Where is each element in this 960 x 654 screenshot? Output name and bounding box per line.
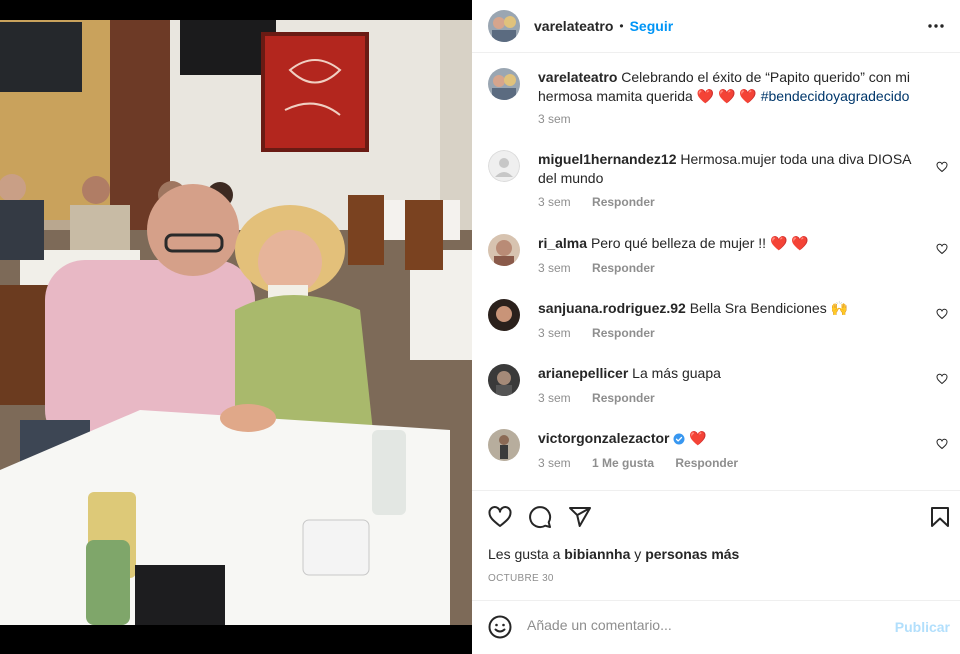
more-horizontal-icon[interactable]	[926, 16, 946, 36]
caption-hashtag[interactable]: #bendecidoyagradecido	[761, 88, 910, 104]
author-avatar[interactable]	[488, 68, 520, 100]
comment-text-block: miguel1hernandez12 Hermosa.mujer toda un…	[538, 150, 928, 188]
comment-username[interactable]: sanjuana.rodriguez.92	[538, 300, 686, 316]
caption-meta: 3 sem	[538, 112, 589, 126]
commenter-avatar[interactable]	[488, 299, 520, 331]
comment-time[interactable]: 3 sem	[538, 326, 571, 340]
post-header: varelateatro • Seguir	[472, 0, 960, 53]
caption-username[interactable]: varelateatro	[538, 69, 617, 85]
comment-time[interactable]: 3 sem	[538, 456, 571, 470]
comment-text-block: victorgonzalezactor ❤️	[538, 429, 928, 450]
likes-joiner: y	[634, 546, 642, 562]
comment-username[interactable]: victorgonzalezactor	[538, 430, 669, 446]
comment-time[interactable]: 3 sem	[538, 195, 571, 209]
share-icon[interactable]	[568, 505, 592, 529]
commenter-avatar[interactable]	[488, 429, 520, 461]
verified-badge-icon	[673, 431, 685, 450]
comment-likes-count[interactable]: 1 Me gusta	[592, 456, 654, 470]
comment-username[interactable]: ri_alma	[538, 235, 587, 251]
comment-text: La más guapa	[632, 365, 721, 381]
likes-prefix: Les gusta a	[488, 546, 561, 562]
follow-button[interactable]: Seguir	[630, 18, 674, 34]
caption-text-block: varelateatro Celebrando el éxito de “Pap…	[538, 68, 928, 106]
reply-button[interactable]: Responder	[592, 261, 655, 275]
comment-emoji: ❤️ ❤️	[769, 235, 809, 251]
post-actions: Les gusta a bibiannha y personas más OCT…	[472, 490, 960, 600]
author-username[interactable]: varelateatro	[534, 18, 613, 34]
comment-text-block: ri_alma Pero qué belleza de mujer !! ❤️ …	[538, 234, 928, 253]
add-comment-bar: Publicar	[472, 600, 960, 654]
comment-emoji: 🙌	[830, 300, 849, 316]
caption-time[interactable]: 3 sem	[538, 112, 571, 126]
reply-button[interactable]: Responder	[675, 456, 738, 470]
reply-button[interactable]: Responder	[592, 391, 655, 405]
comment-text: Pero qué belleza de mujer !!	[590, 235, 767, 251]
comment-time[interactable]: 3 sem	[538, 261, 571, 275]
publish-button[interactable]: Publicar	[895, 619, 950, 635]
commenter-avatar[interactable]	[488, 234, 520, 266]
reply-button[interactable]: Responder	[592, 195, 655, 209]
comment-like-heart-icon[interactable]	[936, 307, 948, 320]
comments-list[interactable]: varelateatro Celebrando el éxito de “Pap…	[472, 54, 960, 490]
comment-text: Bella Sra Bendiciones	[689, 300, 827, 316]
comment-meta: 3 sem Responder	[538, 326, 673, 340]
comment-emoji: ❤️	[689, 430, 707, 446]
commenter-avatar[interactable]	[488, 150, 520, 182]
post-date[interactable]: OCTUBRE 30	[488, 573, 554, 584]
header-separator: •	[619, 19, 624, 33]
comment-meta: 3 sem Responder	[538, 391, 673, 405]
comment-like-heart-icon[interactable]	[936, 437, 948, 450]
likes-summary: Les gusta a bibiannha y personas más	[488, 546, 739, 562]
comment-text-block: arianepellicer La más guapa	[538, 364, 928, 383]
author-avatar[interactable]	[488, 10, 520, 42]
bookmark-icon[interactable]	[928, 505, 952, 529]
likes-others[interactable]: personas más	[645, 546, 739, 562]
comment-like-heart-icon[interactable]	[936, 242, 948, 255]
post-photo[interactable]	[0, 0, 472, 654]
comment-meta: 3 sem 1 Me gusta Responder	[538, 456, 756, 470]
comment-icon[interactable]	[528, 505, 552, 529]
reply-button[interactable]: Responder	[592, 326, 655, 340]
comment-text-block: sanjuana.rodriguez.92 Bella Sra Bendicio…	[538, 299, 928, 318]
commenter-avatar[interactable]	[488, 364, 520, 396]
comment-like-heart-icon[interactable]	[936, 160, 948, 173]
comment-username[interactable]: miguel1hernandez12	[538, 151, 677, 167]
comment-meta: 3 sem Responder	[538, 195, 673, 209]
comment-username[interactable]: arianepellicer	[538, 365, 628, 381]
comment-meta: 3 sem Responder	[538, 261, 673, 275]
heart-icon[interactable]	[488, 505, 512, 529]
likes-user[interactable]: bibiannha	[564, 546, 630, 562]
restaurant-photo-illustration	[0, 0, 472, 654]
post-details-panel: varelateatro • Seguir varelateatro Celeb…	[472, 0, 960, 654]
caption-hearts: ❤️ ❤️ ❤️	[696, 88, 757, 104]
comment-time[interactable]: 3 sem	[538, 391, 571, 405]
smiley-icon[interactable]	[488, 615, 512, 639]
comment-like-heart-icon[interactable]	[936, 372, 948, 385]
add-comment-input[interactable]	[527, 617, 877, 633]
